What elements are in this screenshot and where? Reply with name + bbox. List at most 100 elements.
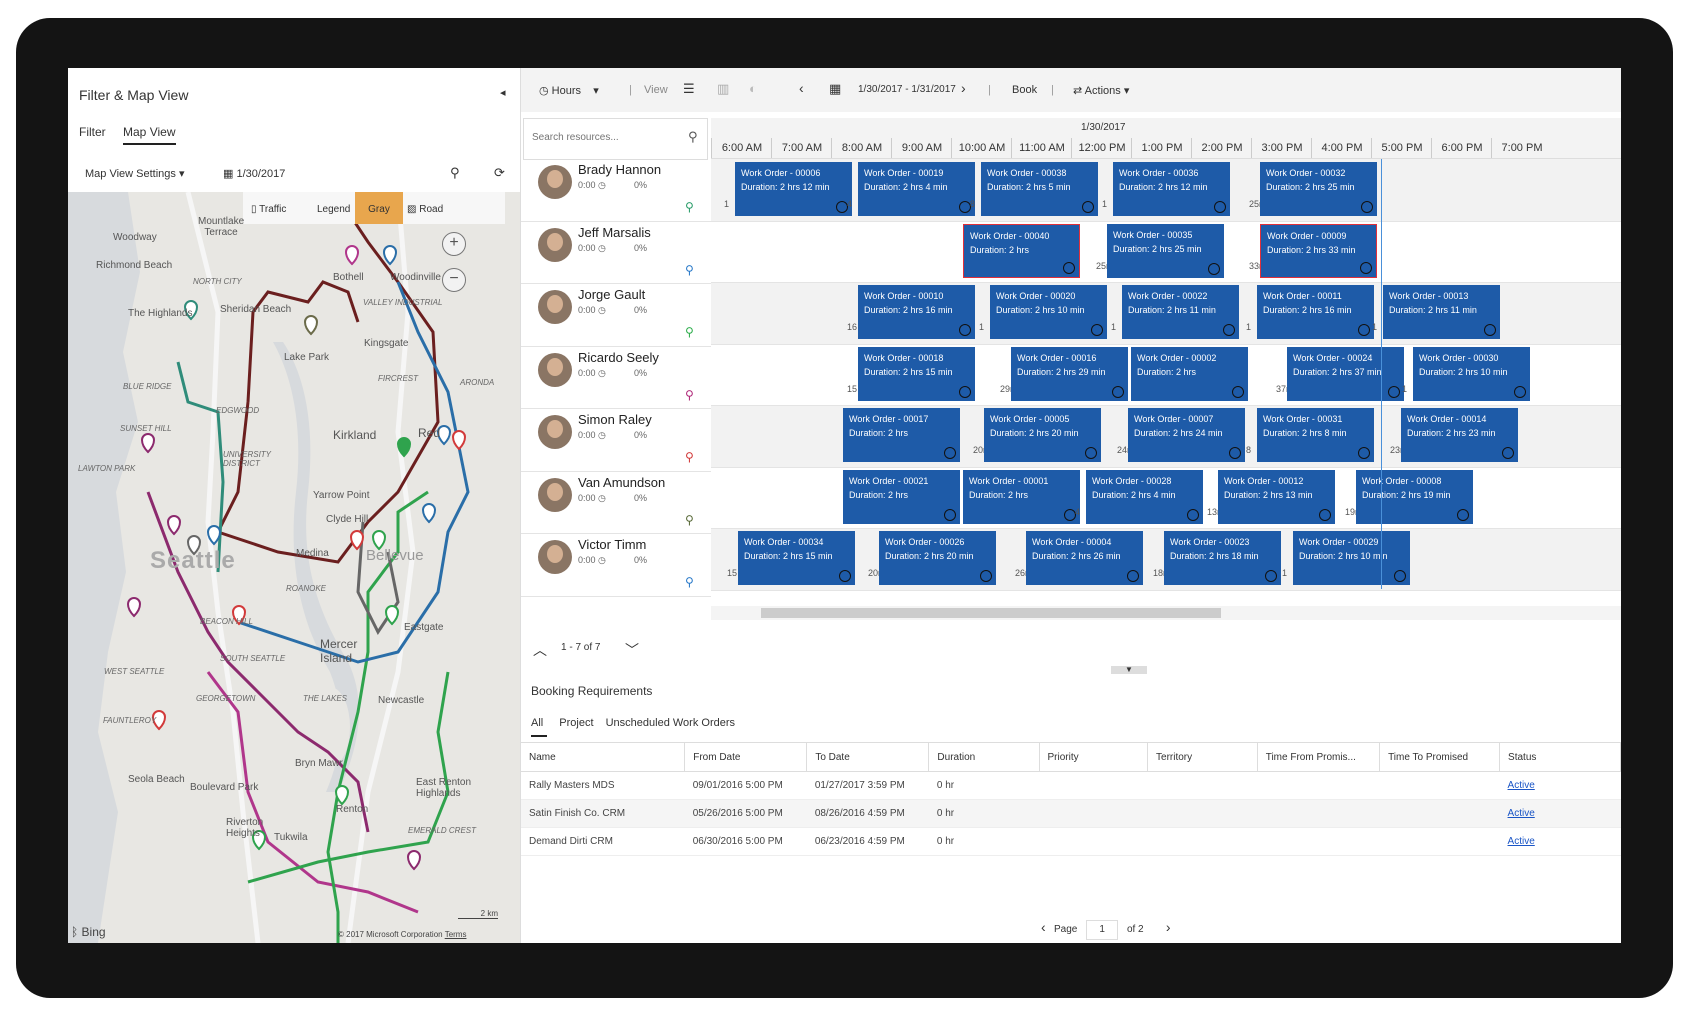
- resource-row[interactable]: Victor Timm 0:00 ◷ 0% ⚲: [521, 534, 711, 597]
- map-pin-icon[interactable]: ⚲: [685, 200, 694, 214]
- work-order-booking[interactable]: Work Order - 00019 Duration: 2 hrs 4 min: [858, 162, 975, 216]
- work-order-booking[interactable]: Work Order - 00017 Duration: 2 hrs: [843, 408, 960, 462]
- column-header[interactable]: Time To Promised: [1379, 742, 1501, 772]
- traffic-toggle[interactable]: ▯ Traffic: [243, 192, 294, 224]
- work-order-booking[interactable]: Work Order - 00031 Duration: 2 hrs 8 min: [1257, 408, 1374, 462]
- work-order-booking[interactable]: Work Order - 00035 Duration: 2 hrs 25 min: [1107, 223, 1224, 278]
- work-order-booking[interactable]: Work Order - 00010 Duration: 2 hrs 16 min: [858, 285, 975, 339]
- work-order-booking[interactable]: Work Order - 00011 Duration: 2 hrs 16 min: [1257, 285, 1374, 339]
- work-order-booking[interactable]: Work Order - 00032 Duration: 2 hrs 25 min: [1260, 162, 1377, 216]
- column-header[interactable]: Status: [1499, 742, 1621, 772]
- column-header[interactable]: Duration: [928, 742, 1040, 772]
- zoom-in-button[interactable]: +: [442, 232, 466, 256]
- status-link[interactable]: Active: [1508, 808, 1535, 819]
- map-pin-icon[interactable]: ⚲: [685, 575, 694, 589]
- collapse-panel-icon[interactable]: ◂: [500, 86, 506, 99]
- next-page-icon[interactable]: ›: [1166, 919, 1171, 935]
- work-order-booking[interactable]: Work Order - 00012 Duration: 2 hrs 13 min: [1218, 469, 1335, 524]
- work-order-booking[interactable]: Work Order - 00008 Duration: 2 hrs 19 min: [1356, 469, 1473, 524]
- map-canvas[interactable]: ▯ Traffic Legend Gray ▨ Road + − Seattle…: [68, 192, 520, 943]
- calendar-icon[interactable]: ▦: [829, 81, 841, 97]
- work-order-booking[interactable]: Work Order - 00021 Duration: 2 hrs: [843, 469, 960, 524]
- table-cell[interactable]: Active: [1499, 771, 1621, 800]
- refresh-icon[interactable]: ⟳: [494, 165, 505, 181]
- tab-map-view[interactable]: Map View: [123, 125, 176, 145]
- previous-page-icon[interactable]: ‹: [1041, 919, 1046, 935]
- work-order-booking[interactable]: Work Order - 00034 Duration: 2 hrs 15 min: [738, 531, 855, 585]
- column-view-icon[interactable]: ▥: [717, 81, 729, 97]
- work-order-booking[interactable]: Work Order - 00016 Duration: 2 hrs 29 min: [1011, 346, 1128, 401]
- tab-filter[interactable]: Filter: [79, 125, 106, 143]
- column-header[interactable]: Priority: [1039, 742, 1149, 772]
- map-pin-icon[interactable]: ⚲: [685, 388, 694, 402]
- work-order-booking[interactable]: Work Order - 00001 Duration: 2 hrs: [963, 469, 1080, 524]
- terms-link[interactable]: Terms: [445, 930, 467, 939]
- work-order-booking[interactable]: Work Order - 00026 Duration: 2 hrs 20 min: [879, 531, 996, 585]
- chevron-down-icon[interactable]: ﹀: [625, 640, 639, 660]
- scrollbar-thumb[interactable]: [761, 608, 1221, 618]
- resource-row[interactable]: Simon Raley 0:00 ◷ 0% ⚲: [521, 409, 711, 472]
- legend-toggle[interactable]: Legend: [309, 192, 358, 224]
- work-order-booking[interactable]: Work Order - 00018 Duration: 2 hrs 15 min: [858, 346, 975, 401]
- work-order-booking[interactable]: Work Order - 00024 Duration: 2 hrs 37 min: [1287, 346, 1404, 401]
- road-style-toggle[interactable]: ▨ Road: [399, 192, 451, 224]
- tab-project[interactable]: Project: [559, 717, 593, 735]
- status-link[interactable]: Active: [1508, 780, 1535, 791]
- resource-row[interactable]: Brady Hannon 0:00 ◷ 0% ⚲: [521, 159, 711, 222]
- table-cell[interactable]: Active: [1499, 827, 1621, 856]
- next-date-icon[interactable]: ›: [961, 80, 966, 96]
- work-order-booking[interactable]: Work Order - 00005 Duration: 2 hrs 20 min: [984, 408, 1101, 462]
- work-order-booking[interactable]: Work Order - 00014 Duration: 2 hrs 23 min: [1401, 408, 1518, 462]
- work-order-booking[interactable]: Work Order - 00038 Duration: 2 hrs 5 min: [981, 162, 1098, 216]
- work-order-booking[interactable]: Work Order - 00004 Duration: 2 hrs 26 min: [1026, 531, 1143, 585]
- table-row[interactable]: Demand Dirti CRM 06/30/2016 5:00 PM 06/23/…: [521, 827, 1621, 856]
- gray-style-toggle[interactable]: Gray: [355, 192, 403, 224]
- map-pin-icon[interactable]: ⚲: [685, 263, 694, 277]
- work-order-booking[interactable]: Work Order - 00013 Duration: 2 hrs 11 min: [1383, 285, 1500, 339]
- panel-splitter[interactable]: ▼: [1111, 666, 1147, 674]
- work-order-booking[interactable]: Work Order - 00030 Duration: 2 hrs 10 min: [1413, 346, 1530, 401]
- search-icon[interactable]: ⚲: [450, 165, 460, 181]
- resource-row[interactable]: Jorge Gault 0:00 ◷ 0% ⚲: [521, 284, 711, 347]
- page-number-input[interactable]: 1: [1086, 920, 1119, 940]
- work-order-booking[interactable]: Work Order - 00007 Duration: 2 hrs 24 min: [1128, 408, 1245, 462]
- work-order-booking[interactable]: Work Order - 00022 Duration: 2 hrs 11 min: [1122, 285, 1239, 339]
- work-order-booking[interactable]: Work Order - 00006 Duration: 2 hrs 12 min: [735, 162, 852, 216]
- column-header[interactable]: Name: [521, 742, 686, 772]
- map-date-picker[interactable]: ▦ 1/30/2017: [223, 167, 285, 180]
- work-order-booking[interactable]: Work Order - 00009 Duration: 2 hrs 33 min: [1260, 223, 1377, 278]
- work-order-booking[interactable]: Work Order - 00029 Duration: 2 hrs 10 min: [1293, 531, 1410, 585]
- tab-unscheduled-work-orders[interactable]: Unscheduled Work Orders: [606, 717, 735, 735]
- work-order-booking[interactable]: Work Order - 00020 Duration: 2 hrs 10 min: [990, 285, 1107, 339]
- table-row[interactable]: Rally Masters MDS 09/01/2016 5:00 PM 01/27…: [521, 771, 1621, 800]
- map-pin-icon[interactable]: ⚲: [685, 513, 694, 527]
- column-header[interactable]: From Date: [684, 742, 808, 772]
- column-header[interactable]: To Date: [806, 742, 930, 772]
- map-pin-icon[interactable]: ⚲: [685, 450, 694, 464]
- map-globe-icon[interactable]: ◐: [749, 81, 757, 96]
- resource-row[interactable]: Jeff Marsalis 0:00 ◷ 0% ⚲: [521, 222, 711, 284]
- zoom-out-button[interactable]: −: [442, 268, 466, 292]
- actions-dropdown[interactable]: ⇄ Actions ▾: [1073, 84, 1129, 97]
- table-row[interactable]: Satin Finish Co. CRM 05/26/2016 5:00 PM 08…: [521, 799, 1621, 828]
- column-header[interactable]: Time From Promis...: [1257, 742, 1381, 772]
- resource-search-input[interactable]: [530, 131, 684, 144]
- work-order-booking[interactable]: Work Order - 00023 Duration: 2 hrs 18 min: [1164, 531, 1281, 585]
- map-view-settings-dropdown[interactable]: Map View Settings ▾: [85, 167, 185, 180]
- book-button[interactable]: Book: [1012, 84, 1037, 96]
- list-view-icon[interactable]: ☰: [683, 81, 695, 97]
- column-header[interactable]: Territory: [1147, 742, 1258, 772]
- map-pin-icon[interactable]: ⚲: [688, 129, 698, 145]
- work-order-booking[interactable]: Work Order - 00040 Duration: 2 hrs: [963, 223, 1080, 278]
- work-order-booking[interactable]: Work Order - 00002 Duration: 2 hrs: [1131, 346, 1248, 401]
- resource-row[interactable]: Ricardo Seely 0:00 ◷ 0% ⚲: [521, 347, 711, 409]
- table-cell[interactable]: Active: [1499, 799, 1621, 828]
- work-order-booking[interactable]: Work Order - 00036 Duration: 2 hrs 12 min: [1113, 162, 1230, 216]
- chevron-up-icon[interactable]: ︿: [533, 640, 547, 660]
- tab-all[interactable]: All: [531, 717, 548, 737]
- status-link[interactable]: Active: [1508, 836, 1535, 847]
- hours-dropdown[interactable]: ◷ Hours ▾: [539, 84, 599, 97]
- previous-date-icon[interactable]: ‹: [799, 80, 804, 96]
- map-pin-icon[interactable]: ⚲: [685, 325, 694, 339]
- horizontal-scrollbar[interactable]: [711, 606, 1621, 620]
